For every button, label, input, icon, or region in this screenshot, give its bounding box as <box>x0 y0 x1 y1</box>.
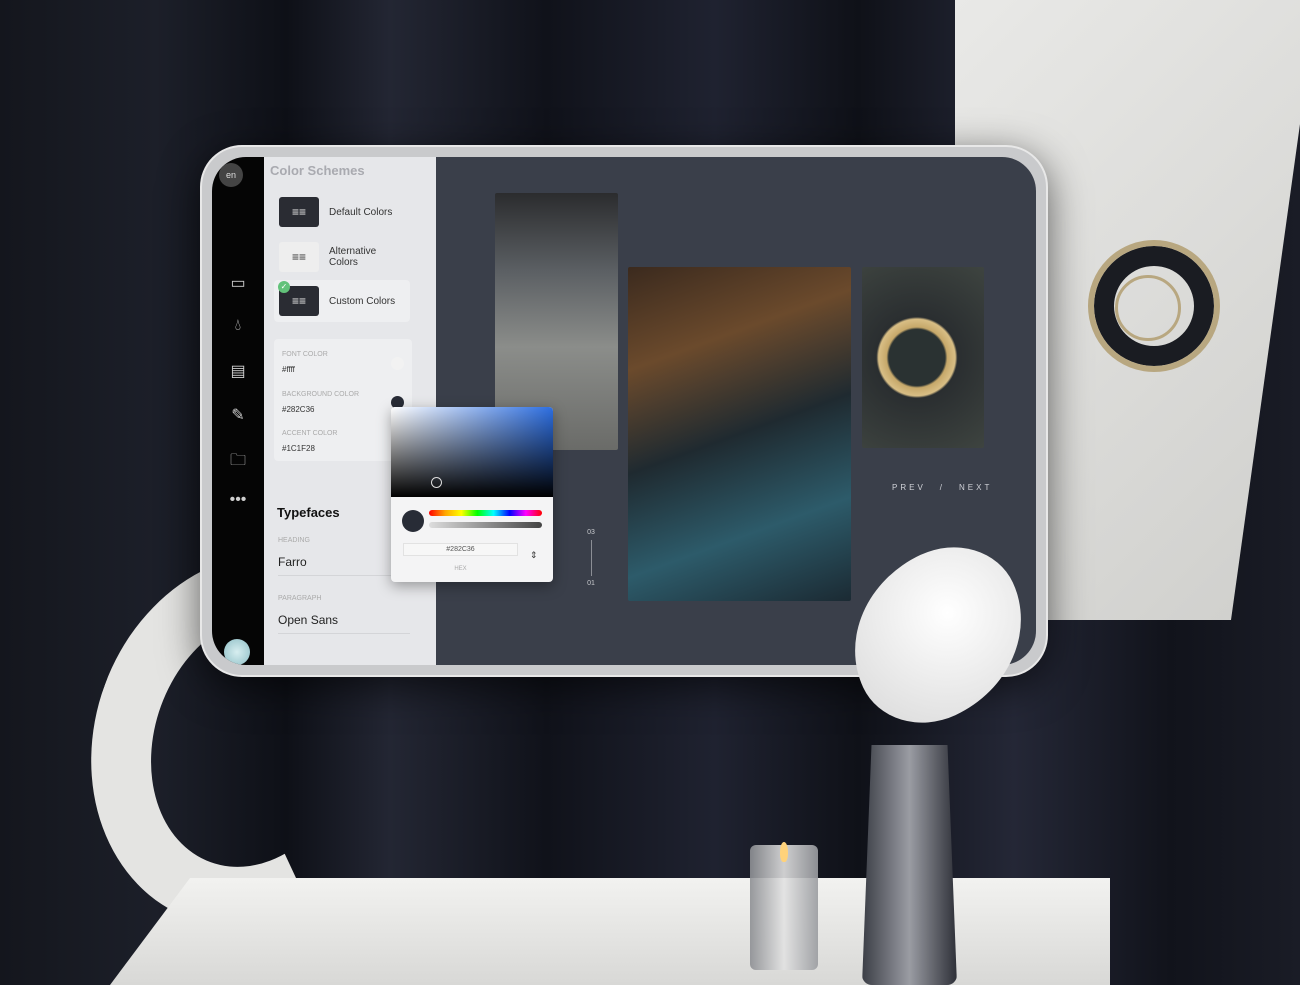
more-icon[interactable]: ••• <box>212 491 264 509</box>
scheme-default-colors[interactable]: ≡≡ Default Colors <box>274 191 410 233</box>
decor-candle <box>750 845 818 970</box>
mode-stepper-icon[interactable]: ⇕ <box>530 550 538 561</box>
hex-mode-label: HEX <box>454 566 467 572</box>
heading-label: HEADING <box>278 537 310 544</box>
accent-color-field[interactable]: ACCENT COLOR #1C1F28 <box>282 430 338 453</box>
saturation-value-area[interactable] <box>391 407 553 497</box>
current-color-swatch <box>402 510 424 532</box>
color-picker: #282C36 HEX ⇕ <box>391 407 553 582</box>
sidebar: en ▭ 💧︎ ▤ ✎ 🗀 ••• <box>212 157 264 665</box>
droplet-icon[interactable]: 💧︎ <box>212 317 264 335</box>
table <box>110 878 1110 985</box>
decor-ring-inner <box>1115 275 1181 341</box>
pencil-icon[interactable]: ✎ <box>212 405 264 425</box>
scheme-custom-colors[interactable]: ✓ ≡≡ Custom Colors <box>274 280 410 322</box>
hex-input[interactable]: #282C36 <box>403 543 518 556</box>
gallery-image-plate[interactable] <box>862 267 984 448</box>
gallery-image-restaurant[interactable] <box>628 267 851 601</box>
picker-cursor[interactable] <box>431 477 442 488</box>
prev-button[interactable]: PREV <box>892 483 926 492</box>
avatar[interactable] <box>224 639 250 665</box>
counter-line <box>590 540 592 576</box>
counter-current: 01 <box>587 580 595 587</box>
hue-slider[interactable] <box>429 510 542 516</box>
typefaces-title: Typefaces <box>277 505 340 520</box>
paragraph-font-select[interactable]: Open Sans <box>278 613 410 634</box>
font-color-field[interactable]: FONT COLOR #ffff <box>282 351 328 374</box>
scheme-label: Default Colors <box>329 206 393 218</box>
scheme-label: Custom Colors <box>329 295 396 307</box>
document-icon[interactable]: ▤ <box>212 361 264 381</box>
scheme-label: Alternative Colors <box>329 246 377 268</box>
font-color-swatch[interactable] <box>391 357 404 370</box>
scheme-alternative-colors[interactable]: ≡≡ Alternative Colors <box>274 236 410 278</box>
alpha-slider[interactable] <box>429 522 542 528</box>
counter-total: 03 <box>587 529 595 536</box>
next-button[interactable]: NEXT <box>959 483 992 492</box>
monitor-icon[interactable]: ▭ <box>212 273 264 293</box>
language-button[interactable]: en <box>219 163 243 187</box>
gallery-nav: PREV / NEXT <box>892 483 1006 492</box>
check-icon: ✓ <box>278 281 290 293</box>
nav-separator: / <box>939 483 946 492</box>
folder-icon[interactable]: 🗀 <box>212 449 264 476</box>
scheme-thumbnail: ≡≡ <box>279 197 319 227</box>
scheme-thumbnail: ≡≡ <box>279 242 319 272</box>
decor-vase <box>862 745 957 985</box>
background-color-field[interactable]: BACKGROUND COLOR #282C36 <box>282 391 359 414</box>
slide-counter: 03 01 <box>584 529 598 599</box>
candle-flame <box>780 842 788 862</box>
panel-title: Color Schemes <box>270 163 365 178</box>
paragraph-label: PARAGRAPH <box>278 595 322 602</box>
